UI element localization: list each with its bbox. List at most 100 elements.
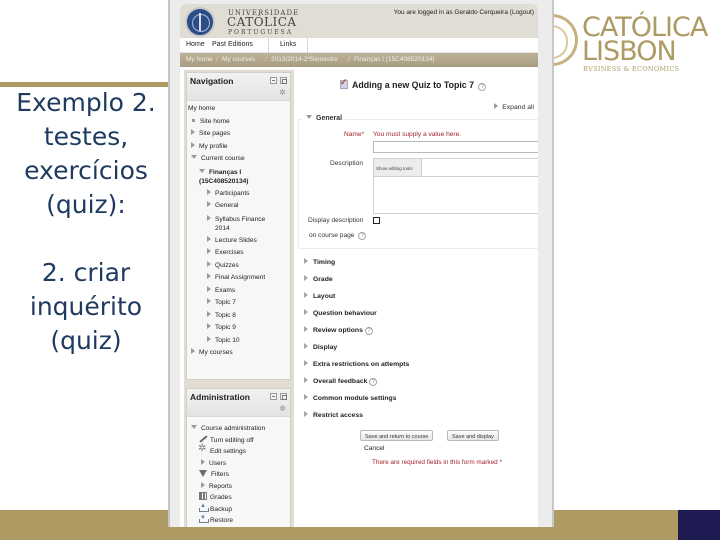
hide-block-icon[interactable]: [280, 77, 287, 84]
nav-label: Current course: [201, 155, 245, 162]
admin-filters[interactable]: Filters: [187, 469, 290, 481]
menu-links[interactable]: Links: [280, 41, 296, 48]
expand-arrow-icon: [191, 348, 195, 354]
nav-site-home[interactable]: Site home: [187, 116, 290, 129]
menu-past-editions[interactable]: Past Editions: [212, 41, 253, 48]
institution-line: CATÓLICA: [227, 15, 297, 29]
admin-course-administration[interactable]: Course administration: [187, 423, 290, 435]
admin-label: Edit settings: [210, 448, 246, 455]
nav-section[interactable]: Final Assignment: [187, 272, 290, 285]
nav-my-courses[interactable]: My courses: [187, 347, 290, 360]
nav-label: Quizzes: [215, 261, 239, 269]
menu-home[interactable]: Home: [186, 41, 205, 48]
nav-section[interactable]: Topic 8: [187, 310, 290, 323]
page-title-text: Adding a new Quiz to Topic 7: [352, 80, 475, 90]
gear-icon[interactable]: ✲: [279, 405, 286, 413]
section-grade[interactable]: Grade: [304, 275, 333, 283]
section-extra-restrictions[interactable]: Extra restrictions on attempts: [304, 360, 409, 368]
help-icon[interactable]: ?: [358, 232, 367, 240]
breadcrumb-my-home[interactable]: My home: [186, 56, 213, 63]
nav-label: Participants: [215, 189, 250, 197]
nav-section[interactable]: Topic 10: [187, 335, 290, 348]
nav-label: Site pages: [199, 130, 231, 137]
nav-section[interactable]: Topic 9: [187, 322, 290, 335]
nav-course[interactable]: Finanças I (15C408520134): [187, 166, 290, 188]
nav-section[interactable]: Exams: [187, 285, 290, 298]
expand-arrow-icon: [207, 273, 211, 279]
collapse-arrow-icon: [191, 425, 197, 429]
name-input[interactable]: [373, 141, 538, 153]
expand-arrow-icon: [191, 141, 195, 148]
nav-section[interactable]: General: [187, 200, 290, 213]
save-and-return-button[interactable]: Save and return to course: [360, 430, 434, 441]
breadcrumb-course[interactable]: Finanças I (15C408520134): [354, 56, 435, 63]
nav-section[interactable]: Topic 7: [187, 297, 290, 310]
breadcrumb-semester[interactable]: 2013/2014-2ºSemestre: [271, 56, 338, 63]
nav-section[interactable]: Lecture Slides: [187, 235, 290, 248]
navigation-title: Navigation: [190, 76, 234, 86]
dock-block-icon[interactable]: [270, 77, 277, 84]
expand-arrow-icon: [304, 258, 308, 264]
required-note-text: There are required fields in this form m…: [372, 459, 498, 466]
show-editing-tools-button[interactable]: Show editing tools: [374, 159, 422, 177]
expand-arrow-icon: [207, 214, 211, 221]
general-fieldset: General Name* You must supply a value he…: [298, 115, 538, 249]
nav-label: Lecture Slides: [215, 236, 257, 244]
section-common-module-settings[interactable]: Common module settings: [304, 394, 396, 402]
section-label: Common module settings: [313, 395, 397, 402]
admin-restore[interactable]: Restore: [187, 513, 290, 527]
breadcrumb-my-courses[interactable]: My courses: [222, 56, 255, 63]
expand-arrow-icon: [207, 188, 211, 195]
save-and-display-button[interactable]: Save and display: [447, 430, 499, 441]
help-icon[interactable]: ?: [364, 327, 373, 335]
hide-block-icon[interactable]: [280, 393, 287, 400]
nav-section[interactable]: Quizzes: [187, 260, 290, 273]
admin-label: Restore: [210, 517, 234, 524]
caption-line: exercícios: [24, 156, 148, 185]
navigation-block: Navigation ✲ My home Site home Site page…: [186, 72, 291, 380]
section-label: Review options: [313, 327, 363, 334]
expand-arrow-icon: [201, 481, 205, 488]
gear-icon[interactable]: ✲: [279, 89, 286, 97]
admin-users[interactable]: Users: [187, 458, 290, 470]
help-icon[interactable]: ?: [369, 378, 378, 386]
general-legend[interactable]: General: [303, 115, 346, 122]
description-editor[interactable]: Show editing tools: [373, 158, 538, 214]
section-restrict-access[interactable]: Restrict access: [304, 411, 363, 419]
expand-arrow-icon: [207, 260, 211, 267]
dock-block-icon[interactable]: [270, 393, 277, 400]
nav-section[interactable]: Syllabus Finance 2014: [187, 213, 290, 235]
collapse-arrow-icon: [306, 115, 312, 119]
breadcrumb-separator: /: [265, 56, 267, 63]
section-layout[interactable]: Layout: [304, 292, 335, 300]
section-timing[interactable]: Timing: [304, 258, 335, 266]
section-overall-feedback[interactable]: Overall feedback?: [304, 377, 378, 386]
nav-site-pages[interactable]: Site pages: [187, 128, 290, 141]
nav-label: Final Assignment: [215, 274, 266, 281]
menu-divider: [307, 38, 308, 53]
expand-all-link[interactable]: Expand all: [494, 103, 534, 111]
expand-all-label: Expand all: [502, 104, 534, 111]
admin-label: Turn editing off: [210, 436, 254, 444]
name-label-text: Name: [344, 131, 362, 138]
nav-my-profile[interactable]: My profile: [187, 141, 290, 154]
section-review-options[interactable]: Review options?: [304, 326, 373, 335]
nav-current-course[interactable]: Current course: [187, 153, 290, 166]
section-label: Extra restrictions on attempts: [313, 361, 410, 368]
nav-section[interactable]: Participants: [187, 188, 290, 201]
bullet-icon: [192, 118, 195, 122]
section-question-behaviour[interactable]: Question behaviour: [304, 309, 377, 317]
help-icon[interactable]: ?: [478, 83, 487, 91]
cancel-button[interactable]: Cancel: [364, 445, 385, 452]
admin-label: Filters: [211, 471, 229, 478]
admin-edit-settings[interactable]: Edit settings: [187, 443, 290, 458]
admin-label: Backup: [210, 505, 232, 513]
nav-section[interactable]: Exercises: [187, 247, 290, 260]
nav-my-home[interactable]: My home: [187, 103, 290, 116]
section-display[interactable]: Display: [304, 343, 337, 351]
navigation-block-header: Navigation ✲: [187, 73, 290, 101]
logout-link[interactable]: (Logout): [510, 9, 534, 16]
navigation-tree: My home Site home Site pages My profile …: [187, 101, 290, 362]
display-description-checkbox[interactable]: [373, 217, 380, 224]
admin-reports[interactable]: Reports: [187, 481, 290, 493]
